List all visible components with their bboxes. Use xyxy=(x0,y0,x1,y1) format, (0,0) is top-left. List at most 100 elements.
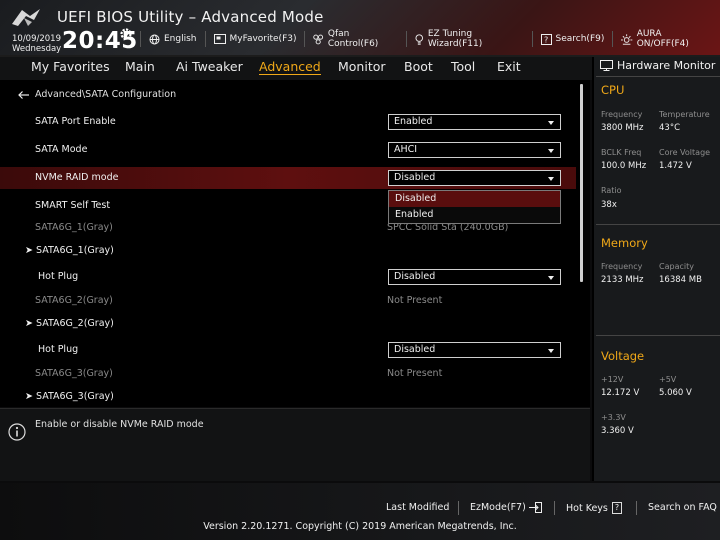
cpu-frequency-label: Frequency xyxy=(601,110,643,119)
memory-capacity-value: 16384 MB xyxy=(659,275,702,285)
breadcrumb[interactable]: Advanced\SATA Configuration xyxy=(18,89,176,100)
search-faq-button[interactable]: Search on FAQ xyxy=(648,502,717,513)
tab-monitor[interactable]: Monitor xyxy=(338,59,386,74)
submenu-text: SATA6G_1(Gray) xyxy=(35,245,114,256)
favorite-icon xyxy=(213,34,226,44)
search-button[interactable]: ? Search(F9) xyxy=(531,31,613,47)
cpu-frequency-value: 3800 MHz xyxy=(601,123,644,133)
toolbar: English MyFavorite(F3) Qfan Control(F6) … xyxy=(140,29,720,49)
sata-mode-dropdown[interactable]: AHCI xyxy=(388,142,561,158)
tab-exit[interactable]: Exit xyxy=(497,59,521,74)
info-row-sata6g-3: SATA6G_3(Gray) Not Present xyxy=(0,363,576,385)
myfavorite-label: MyFavorite(F3) xyxy=(229,34,297,44)
caret-down-icon xyxy=(548,349,554,353)
search-label: Search(F9) xyxy=(555,34,605,44)
divider xyxy=(554,501,555,515)
setting-label: Hot Plug xyxy=(38,271,79,282)
port-label: SATA6G_1(Gray) xyxy=(35,222,113,233)
hot-plug-2-dropdown[interactable]: Disabled xyxy=(388,342,561,358)
submenu-text: SATA6G_3(Gray) xyxy=(35,391,114,402)
memory-frequency-label: Frequency xyxy=(601,262,643,271)
tab-main[interactable]: Main xyxy=(125,59,155,74)
exit-arrow-icon xyxy=(528,502,542,513)
tab-advanced[interactable]: Advanced xyxy=(259,59,321,75)
cpu-temperature-label: Temperature xyxy=(659,110,710,119)
ez-tuning-label: EZ Tuning Wizard(F11) xyxy=(427,29,483,49)
caret-down-icon xyxy=(548,276,554,280)
ez-tuning-button[interactable]: EZ Tuning Wizard(F11) xyxy=(406,29,531,49)
hardware-monitor-panel: Hardware Monitor CPU Frequency Temperatu… xyxy=(592,57,720,481)
ratio-value: 38x xyxy=(601,200,617,210)
submenu-text: SATA6G_2(Gray) xyxy=(35,318,114,329)
language-label: English xyxy=(164,34,197,44)
hot-plug-1-dropdown[interactable]: Disabled xyxy=(388,269,561,285)
tab-tool[interactable]: Tool xyxy=(451,59,475,74)
help-text: Enable or disable NVMe RAID mode xyxy=(35,419,204,430)
bclk-label: BCLK Freq xyxy=(601,148,642,157)
last-modified-button[interactable]: Last Modified xyxy=(386,502,449,513)
fan-icon xyxy=(313,34,324,44)
setting-row-nvme-raid-mode[interactable]: NVMe RAID mode Disabled xyxy=(0,167,576,189)
submenu-label: ➤ SATA6G_1(Gray) xyxy=(25,245,114,256)
setting-row-sata-port-enable[interactable]: SATA Port Enable Enabled xyxy=(0,111,576,133)
core-voltage-label: Core Voltage xyxy=(659,148,711,157)
v5-label: +5V xyxy=(659,375,677,384)
globe-icon xyxy=(149,34,160,44)
divider xyxy=(458,501,459,515)
title-bar: UEFI BIOS Utility – Advanced Mode 10/09/… xyxy=(0,0,720,57)
port-label: SATA6G_3(Gray) xyxy=(35,368,113,379)
voltage-section-title: Voltage xyxy=(601,349,645,363)
qfan-button[interactable]: Qfan Control(F6) xyxy=(304,29,406,49)
divider xyxy=(636,501,637,515)
tab-boot[interactable]: Boot xyxy=(404,59,433,74)
aura-button[interactable]: AURA ON/OFF(F4) xyxy=(612,29,720,49)
setting-row-sata-mode[interactable]: SATA Mode AHCI xyxy=(0,139,576,161)
scrollbar[interactable] xyxy=(580,84,583,282)
setting-label: NVMe RAID mode xyxy=(35,172,119,183)
tab-my-favorites[interactable]: My Favorites xyxy=(31,59,110,74)
option-enabled[interactable]: Enabled xyxy=(389,207,560,223)
breadcrumb-path: Advanced\SATA Configuration xyxy=(35,89,177,100)
gear-icon[interactable] xyxy=(119,27,133,41)
submenu-label: ➤ SATA6G_3(Gray) xyxy=(25,391,114,402)
info-icon xyxy=(8,423,26,441)
qfan-label: Qfan Control(F6) xyxy=(327,29,379,49)
caret-down-icon xyxy=(548,177,554,181)
port-device: Not Present xyxy=(387,295,443,306)
setting-label: SATA Mode xyxy=(35,144,88,155)
nvme-raid-mode-dropdown[interactable]: Disabled xyxy=(388,170,561,186)
submenu-label: ➤ SATA6G_2(Gray) xyxy=(25,318,114,329)
language-button[interactable]: English xyxy=(140,31,205,47)
bulb-icon xyxy=(415,33,424,45)
setting-row-hot-plug-1[interactable]: Hot Plug Disabled xyxy=(0,266,576,288)
setting-row-hot-plug-2[interactable]: Hot Plug Disabled xyxy=(0,339,576,361)
myfavorite-button[interactable]: MyFavorite(F3) xyxy=(204,31,305,47)
help-panel: Enable or disable NVMe RAID mode xyxy=(0,408,590,481)
divider xyxy=(596,76,720,77)
ezmode-button[interactable]: EzMode(F7) xyxy=(470,502,542,513)
rog-logo-icon xyxy=(12,9,40,26)
submenu-row-sata6g-2[interactable]: ➤ SATA6G_2(Gray) xyxy=(0,313,576,335)
submenu-row-sata6g-1[interactable]: ➤ SATA6G_1(Gray) xyxy=(0,240,576,262)
setting-label: SATA Port Enable xyxy=(35,116,116,127)
option-disabled[interactable]: Disabled xyxy=(389,191,560,207)
tab-ai-tweaker[interactable]: Ai Tweaker xyxy=(176,59,243,74)
aura-label: AURA ON/OFF(F4) xyxy=(636,29,689,49)
version-text: Version 2.20.1271. Copyright (C) 2019 Am… xyxy=(203,521,517,532)
dropdown-value: Disabled xyxy=(394,271,436,282)
sata-port-enable-dropdown[interactable]: Enabled xyxy=(388,114,561,130)
cpu-temperature-value: 43°C xyxy=(659,123,681,133)
monitor-icon xyxy=(600,60,613,71)
nvme-raid-options-popup: Disabled Enabled xyxy=(388,190,561,224)
search-help-icon: ? xyxy=(540,33,552,45)
submenu-row-sata6g-3[interactable]: ➤ SATA6G_3(Gray) xyxy=(0,386,576,408)
help-key-icon: ? xyxy=(611,502,623,514)
port-device: Not Present xyxy=(387,368,443,379)
memory-frequency-value: 2133 MHz xyxy=(601,275,644,285)
dropdown-value: Enabled xyxy=(394,116,433,127)
dropdown-value: Disabled xyxy=(394,344,436,355)
hot-keys-button[interactable]: Hot Keys ? xyxy=(566,502,623,514)
settings-panel: Advanced\SATA Configuration SATA Port En… xyxy=(0,80,590,407)
divider xyxy=(596,335,720,336)
back-arrow-icon[interactable] xyxy=(18,90,29,99)
